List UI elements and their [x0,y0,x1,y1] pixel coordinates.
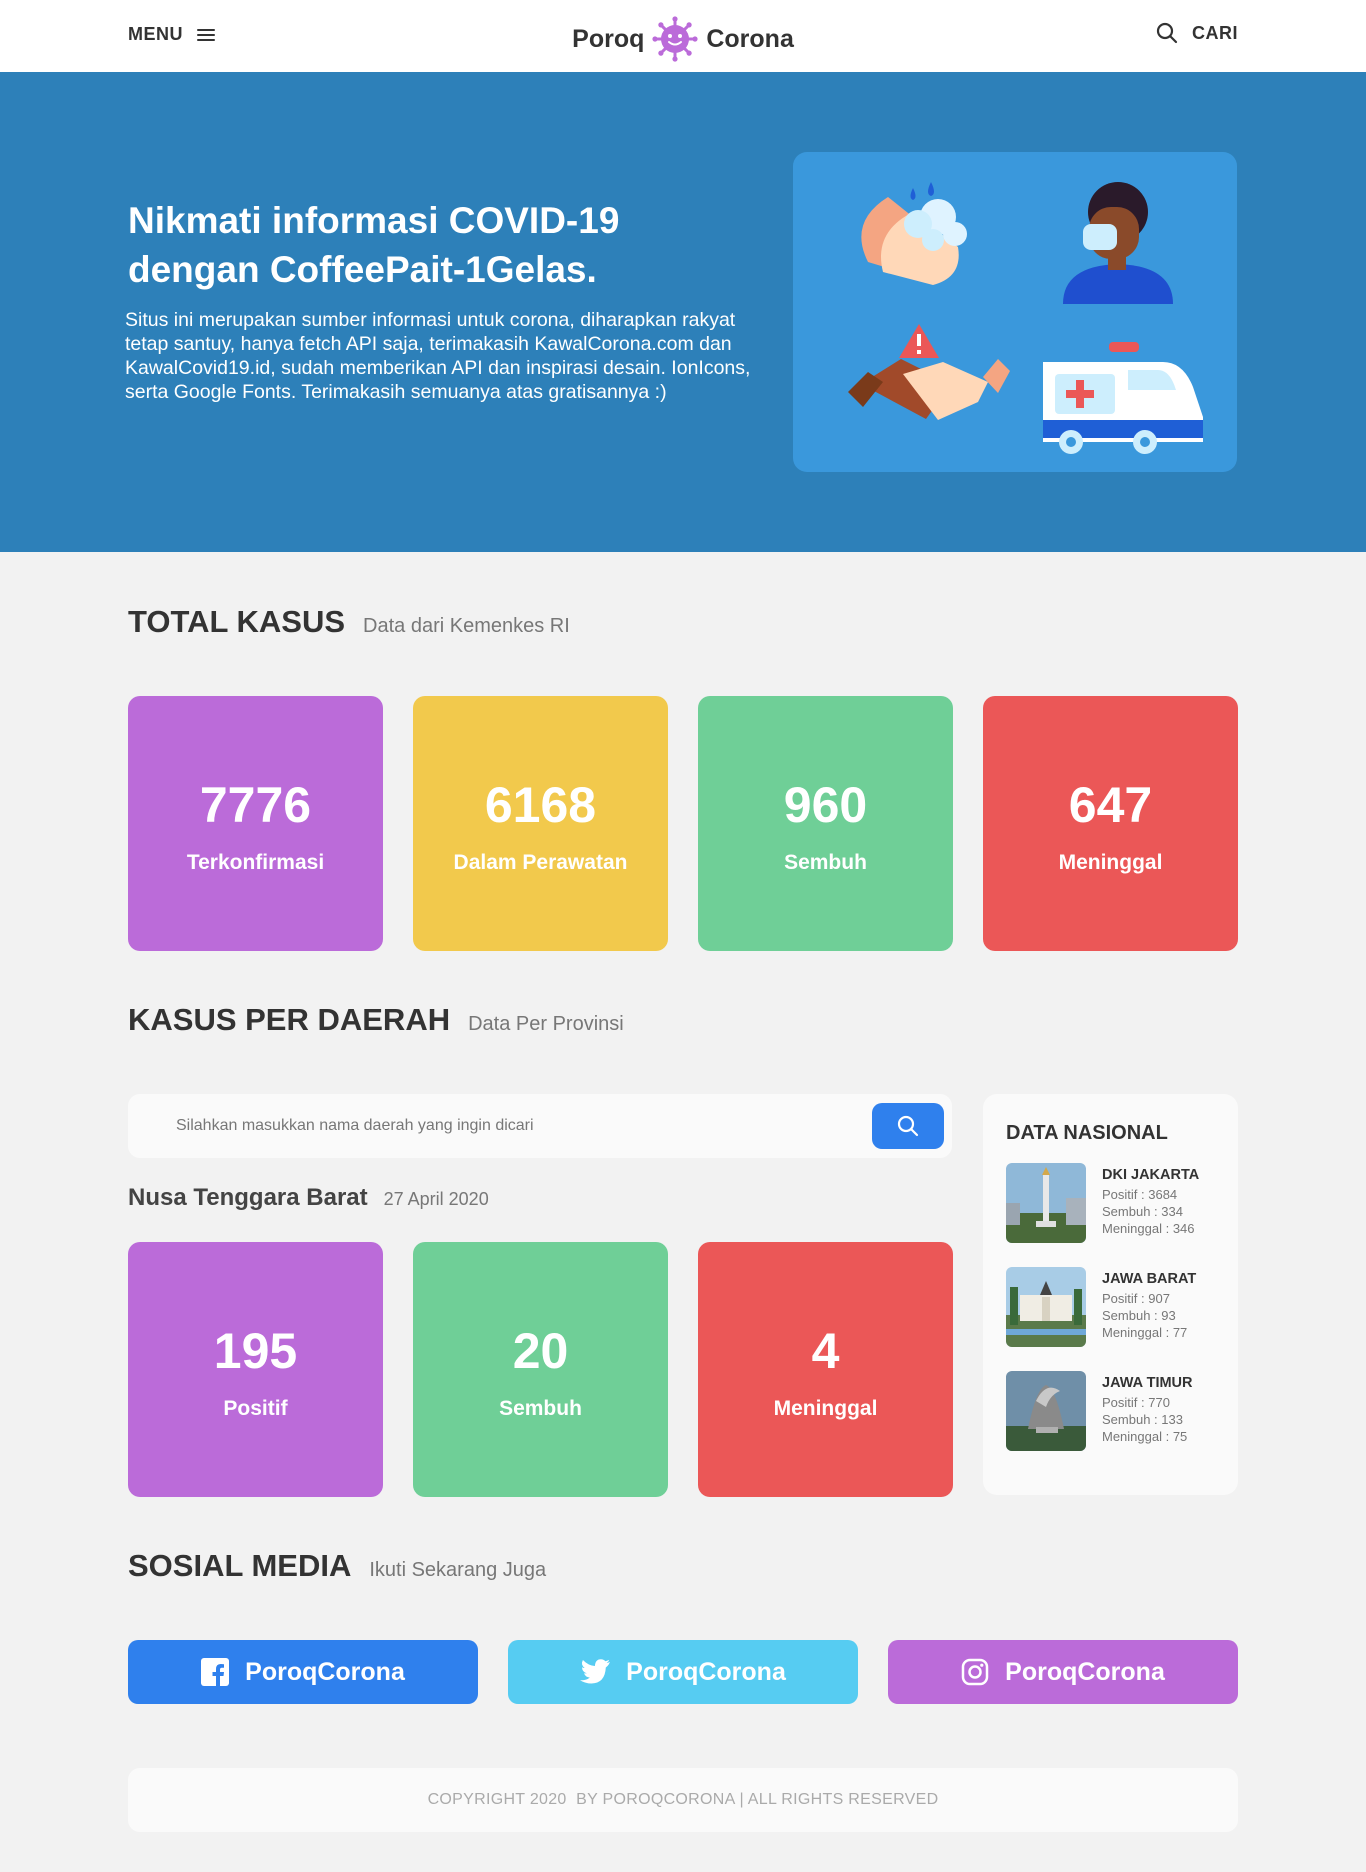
header-search-button[interactable]: CARI [1156,22,1238,44]
province-item-jawa-barat[interactable]: JAWA BARAT Positif : 907 Sembuh : 93 Men… [1006,1267,1226,1349]
province-thumbnail [1006,1267,1086,1347]
province-meninggal: Meninggal : 77 [1102,1325,1188,1340]
handshake-illustration [848,324,1010,420]
search-label: CARI [1192,22,1238,43]
hero-title: Nikmati informasi COVID-19 dengan Coffee… [128,200,620,290]
twitter-handle: PoroqCorona [626,1657,786,1686]
sosial-media-heading: SOSIAL MEDIA Ikuti Sekarang Juga [128,1548,546,1584]
region-date: 27 April 2020 [383,1189,489,1209]
brand-right-text: Corona [706,24,794,53]
province-item-jawa-timur[interactable]: JAWA TIMUR Positif : 770 Sembuh : 133 Me… [1006,1371,1226,1453]
stat-value: 7776 [199,777,312,833]
province-sembuh: Sembuh : 133 [1102,1412,1183,1427]
province-meninggal: Meninggal : 346 [1102,1221,1195,1236]
section-subtitle: Ikuti Sekarang Juga [369,1559,547,1581]
search-icon [897,1115,919,1137]
facebook-handle: PoroqCorona [245,1657,405,1686]
hero-description: Situs ini merupakan sumber informasi unt… [125,309,751,403]
hero-banner: Nikmati informasi COVID-19 dengan Coffee… [0,72,1366,552]
stat-value: 20 [512,1323,569,1379]
footer: COPYRIGHT 2020 BY POROQCORONA | ALL RIGH… [128,1768,1238,1832]
stat-label: Sembuh [499,1397,582,1420]
twitter-button[interactable]: PoroqCorona [508,1640,858,1704]
stat-value: 195 [213,1323,298,1379]
facebook-button[interactable]: PoroqCorona [128,1640,478,1704]
section-title: TOTAL KASUS [128,604,346,639]
stat-value: 6168 [484,777,597,833]
instagram-button[interactable]: PoroqCorona [888,1640,1238,1704]
ambulance-illustration [1043,342,1203,454]
stat-card-dalam-perawatan: 6168 Dalam Perawatan [413,696,668,951]
virus-logo-icon [652,16,698,62]
section-subtitle: Data Per Provinsi [468,1013,624,1035]
stat-card-sembuh: 960 Sembuh [698,696,953,951]
kasus-per-daerah-heading: KASUS PER DAERAH Data Per Provinsi [128,1002,624,1038]
facebook-icon [201,1658,230,1686]
stat-label: Terkonfirmasi [186,851,325,874]
instagram-icon [961,1658,989,1686]
handwashing-illustration [861,182,967,285]
province-sembuh: Sembuh : 93 [1102,1308,1176,1323]
stat-label: Positif [223,1397,288,1420]
section-title: KASUS PER DAERAH [128,1002,451,1037]
province-positif: Positif : 907 [1102,1291,1170,1306]
region-card-meninggal: 4 Meninggal [698,1242,953,1497]
total-kasus-heading: TOTAL KASUS Data dari Kemenkes RI [128,604,570,640]
stat-value: 4 [811,1323,840,1379]
province-positif: Positif : 3684 [1102,1187,1178,1202]
province-name: JAWA TIMUR [1102,1375,1193,1391]
region-heading: Nusa Tenggara Barat 27 April 2020 [128,1184,489,1212]
stat-label: Dalam Perawatan [453,851,628,874]
search-icon [1156,22,1178,44]
panel-title: DATA NASIONAL [1006,1122,1168,1144]
stat-label: Meninggal [773,1397,878,1420]
stat-card-terkonfirmasi: 7776 Terkonfirmasi [128,696,383,951]
region-search-box [128,1094,952,1158]
province-meninggal: Meninggal : 75 [1102,1429,1188,1444]
province-name: JAWA BARAT [1102,1271,1197,1287]
top-navbar: MENU Poroq Corona CARI [0,0,1366,72]
stat-label: Sembuh [784,851,867,874]
copyright-text: COPYRIGHT 2020 BY POROQCORONA | ALL RIGH… [427,1791,939,1808]
section-subtitle: Data dari Kemenkes RI [363,615,570,637]
province-item-dki-jakarta[interactable]: DKI JAKARTA Positif : 3684 Sembuh : 334 … [1006,1163,1226,1245]
twitter-icon [580,1659,611,1684]
province-name: DKI JAKARTA [1102,1167,1200,1183]
province-thumbnail [1006,1163,1086,1243]
stat-value: 960 [783,777,868,833]
brand-left-text: Poroq [572,24,645,53]
stat-value: 647 [1068,777,1153,833]
province-thumbnail [1006,1371,1086,1451]
province-sembuh: Sembuh : 334 [1102,1204,1183,1219]
province-positif: Positif : 770 [1102,1395,1170,1410]
stat-label: Meninggal [1058,851,1163,874]
region-search-input[interactable] [176,1112,816,1140]
hero-illustration [793,152,1237,472]
masked-person-illustration [1063,182,1173,304]
region-card-sembuh: 20 Sembuh [413,1242,668,1497]
region-name: Nusa Tenggara Barat [128,1184,368,1211]
region-search-button[interactable] [872,1103,944,1149]
data-nasional-panel: DATA NASIONAL DKI JAKARTA Positif : 3684… [983,1094,1238,1495]
stat-card-meninggal: 647 Meninggal [983,696,1238,951]
region-card-positif: 195 Positif [128,1242,383,1497]
section-title: SOSIAL MEDIA [128,1548,352,1583]
instagram-handle: PoroqCorona [1005,1657,1165,1686]
